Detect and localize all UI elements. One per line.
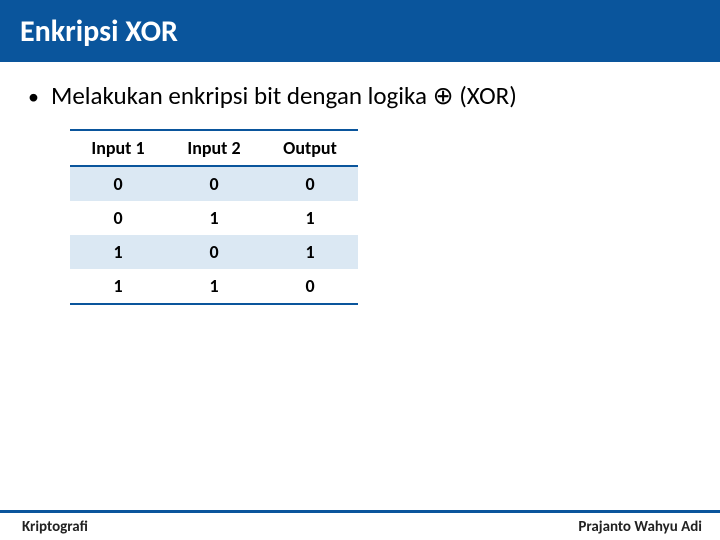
- bullet-item: • Melakukan enkripsi bit dengan logika ⊕…: [28, 80, 692, 111]
- table-cell: 0: [70, 201, 166, 235]
- truth-table-wrap: Input 1 Input 2 Output 0 0 0 0 1 1 1: [70, 129, 692, 305]
- xor-symbol: ⊕: [433, 82, 454, 110]
- table-cell: 1: [262, 235, 358, 269]
- table-cell: 0: [262, 166, 358, 201]
- table-cell: 0: [166, 235, 262, 269]
- table-cell: 1: [166, 269, 262, 304]
- footer-right: Prajanto Wahyu Adi: [578, 518, 702, 536]
- slide-title: Enkripsi XOR: [20, 13, 178, 50]
- bullet-text-prefix: Melakukan enkripsi bit dengan logika: [51, 80, 433, 111]
- table-cell: 1: [166, 201, 262, 235]
- content-area: • Melakukan enkripsi bit dengan logika ⊕…: [0, 62, 720, 305]
- table-cell: 1: [70, 269, 166, 304]
- footer-left: Kriptografi: [22, 518, 88, 536]
- table-cell: 0: [166, 166, 262, 201]
- table-cell: 1: [262, 201, 358, 235]
- bullet-icon: •: [28, 86, 39, 108]
- table-cell: 0: [262, 269, 358, 304]
- table-cell: 0: [70, 166, 166, 201]
- table-row: 0 1 1: [70, 201, 358, 235]
- table-header: Input 2: [166, 130, 262, 166]
- bullet-text-suffix: (XOR): [454, 80, 517, 111]
- table-row: 1 1 0: [70, 269, 358, 304]
- table-header-row: Input 1 Input 2 Output: [70, 130, 358, 166]
- title-bar: Enkripsi XOR: [0, 0, 720, 62]
- table-row: 1 0 1: [70, 235, 358, 269]
- table-row: 0 0 0: [70, 166, 358, 201]
- truth-table: Input 1 Input 2 Output 0 0 0 0 1 1 1: [70, 129, 358, 305]
- table-header: Input 1: [70, 130, 166, 166]
- bullet-text: Melakukan enkripsi bit dengan logika ⊕ (…: [51, 80, 517, 111]
- footer-bar: Kriptografi Prajanto Wahyu Adi: [0, 510, 720, 540]
- table-cell: 1: [70, 235, 166, 269]
- table-header: Output: [262, 130, 358, 166]
